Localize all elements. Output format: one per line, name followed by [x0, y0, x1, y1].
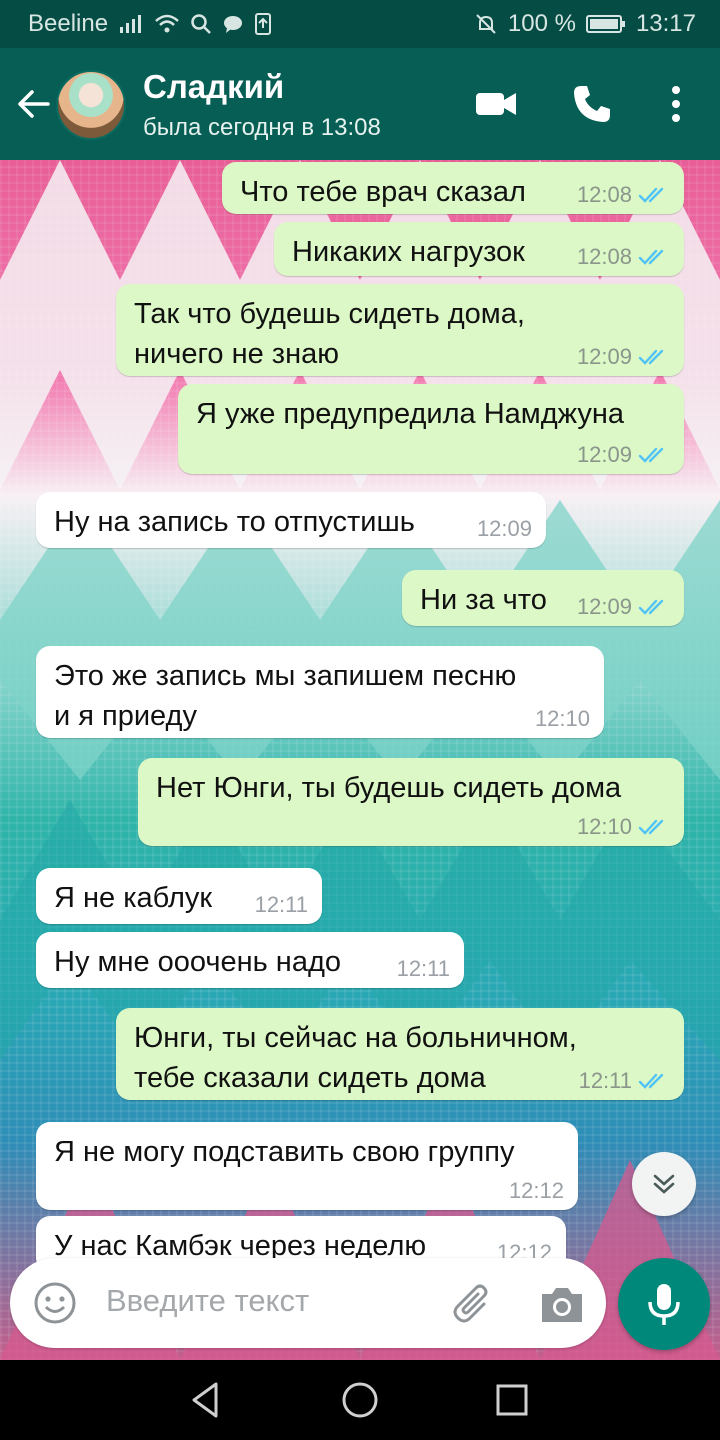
message-text: Ну мне ооочень надо	[54, 946, 341, 978]
battery-percent: 100 %	[507, 10, 576, 37]
contact-name[interactable]: Сладкий	[143, 68, 284, 106]
outgoing-message[interactable]: Ни за что 12:09	[402, 570, 684, 626]
message-meta: 12:10	[577, 814, 670, 840]
message-time: 12:11	[254, 892, 308, 917]
message-time: 12:09	[576, 594, 632, 619]
upload-icon	[255, 13, 272, 35]
more-vert-icon[interactable]	[652, 80, 700, 128]
scroll-to-bottom-button[interactable]	[632, 1152, 696, 1216]
incoming-message[interactable]: Это же запись мы запишем песню и я приед…	[36, 646, 604, 738]
emoji-icon[interactable]	[32, 1280, 78, 1326]
outgoing-message[interactable]: Я уже предупредила Намджуна 12:09	[178, 384, 684, 474]
paperclip-icon[interactable]	[450, 1280, 498, 1328]
message-text: Это же запись мы запишем песню и я приед…	[54, 660, 517, 732]
nav-back-icon[interactable]	[184, 1378, 228, 1422]
voice-record-button[interactable]	[618, 1258, 710, 1350]
system-nav-bar	[0, 1360, 720, 1440]
message-text: Я не могу подставить свою группу	[54, 1136, 515, 1168]
phone-icon[interactable]	[568, 80, 616, 128]
message-time: 12:09	[576, 442, 632, 467]
last-seen-status: была сегодня в 13:08	[143, 114, 381, 141]
message-time: 12:09	[576, 344, 632, 369]
message-text: Я уже предупредила Намджуна	[196, 398, 625, 430]
nav-recents-icon[interactable]	[490, 1378, 534, 1422]
message-composer[interactable]: Введите текст	[10, 1258, 606, 1348]
message-time: 12:11	[396, 956, 450, 981]
outgoing-message[interactable]: Юнги, ты сейчас на больничном, тебе сказ…	[116, 1008, 684, 1100]
message-meta: 12:12	[509, 1178, 564, 1204]
incoming-message[interactable]: Ну на запись то отпустишь 12:09	[36, 492, 546, 548]
read-ticks-icon	[638, 599, 664, 615]
search-icon	[191, 14, 211, 34]
outgoing-message[interactable]: Нет Юнги, ты будешь сидеть дома 12:10	[138, 758, 684, 846]
message-meta: 12:11	[255, 892, 308, 918]
mic-icon	[648, 1284, 680, 1325]
message-time: 12:12	[508, 1178, 564, 1203]
message-time: 12:11	[578, 1068, 632, 1093]
message-time: 12:10	[534, 706, 590, 731]
message-text: Ну на запись то отпустишь	[54, 506, 415, 538]
message-meta: 12:11	[397, 956, 450, 982]
read-ticks-icon	[638, 1073, 664, 1089]
message-time: 12:10	[576, 814, 632, 839]
carrier-label: Beeline	[28, 10, 109, 37]
message-meta: 12:09	[577, 594, 670, 620]
status-bar: Beeline 100 % 13:17	[0, 0, 720, 48]
incoming-message[interactable]: Я не каблук 12:11	[36, 868, 322, 924]
nav-home-icon[interactable]	[338, 1378, 382, 1422]
double-chevron-down-icon	[653, 1174, 675, 1194]
read-ticks-icon	[638, 249, 664, 265]
message-text: Нет Юнги, ты будешь сидеть дома	[156, 772, 622, 804]
message-meta: 12:09	[477, 516, 532, 542]
message-time: 12:08	[576, 244, 632, 269]
camera-icon[interactable]	[538, 1282, 586, 1326]
read-ticks-icon	[638, 447, 664, 463]
chat-header: Сладкий была сегодня в 13:08	[0, 48, 720, 160]
message-meta: 12:09	[577, 442, 670, 468]
message-input[interactable]: Введите текст	[106, 1283, 309, 1319]
outgoing-message[interactable]: Что тебе врач сказал 12:08	[222, 162, 684, 214]
read-ticks-icon	[638, 187, 664, 203]
clock: 13:17	[635, 10, 696, 37]
chat-bubble-icon	[224, 16, 243, 33]
video-call-icon[interactable]	[472, 80, 520, 128]
read-ticks-icon	[638, 349, 664, 365]
message-meta: 12:11	[579, 1068, 670, 1094]
outgoing-message[interactable]: Никаких нагрузок 12:08	[274, 222, 684, 276]
message-meta: 12:09	[577, 344, 670, 370]
signal-icon	[120, 15, 142, 33]
back-arrow-icon[interactable]	[14, 84, 54, 124]
incoming-message[interactable]: Ну мне ооочень надо 12:11	[36, 932, 464, 988]
mute-icon	[476, 14, 496, 34]
battery-icon	[585, 15, 625, 33]
message-time: 12:09	[476, 516, 532, 541]
avatar[interactable]	[56, 70, 126, 140]
message-meta: 12:08	[577, 182, 670, 208]
wifi-icon	[155, 14, 179, 33]
chat-area[interactable]: Что тебе врач сказал 12:08 Никаких нагрузо…	[0, 160, 720, 1360]
outgoing-message[interactable]: Так что будешь сидеть дома, ничего не зн…	[116, 284, 684, 376]
message-meta: 12:10	[535, 706, 590, 732]
message-time: 12:08	[576, 182, 632, 207]
message-meta: 12:08	[577, 244, 670, 270]
incoming-message[interactable]: Я не могу подставить свою группу 12:12	[36, 1122, 578, 1210]
read-ticks-icon	[638, 819, 664, 835]
